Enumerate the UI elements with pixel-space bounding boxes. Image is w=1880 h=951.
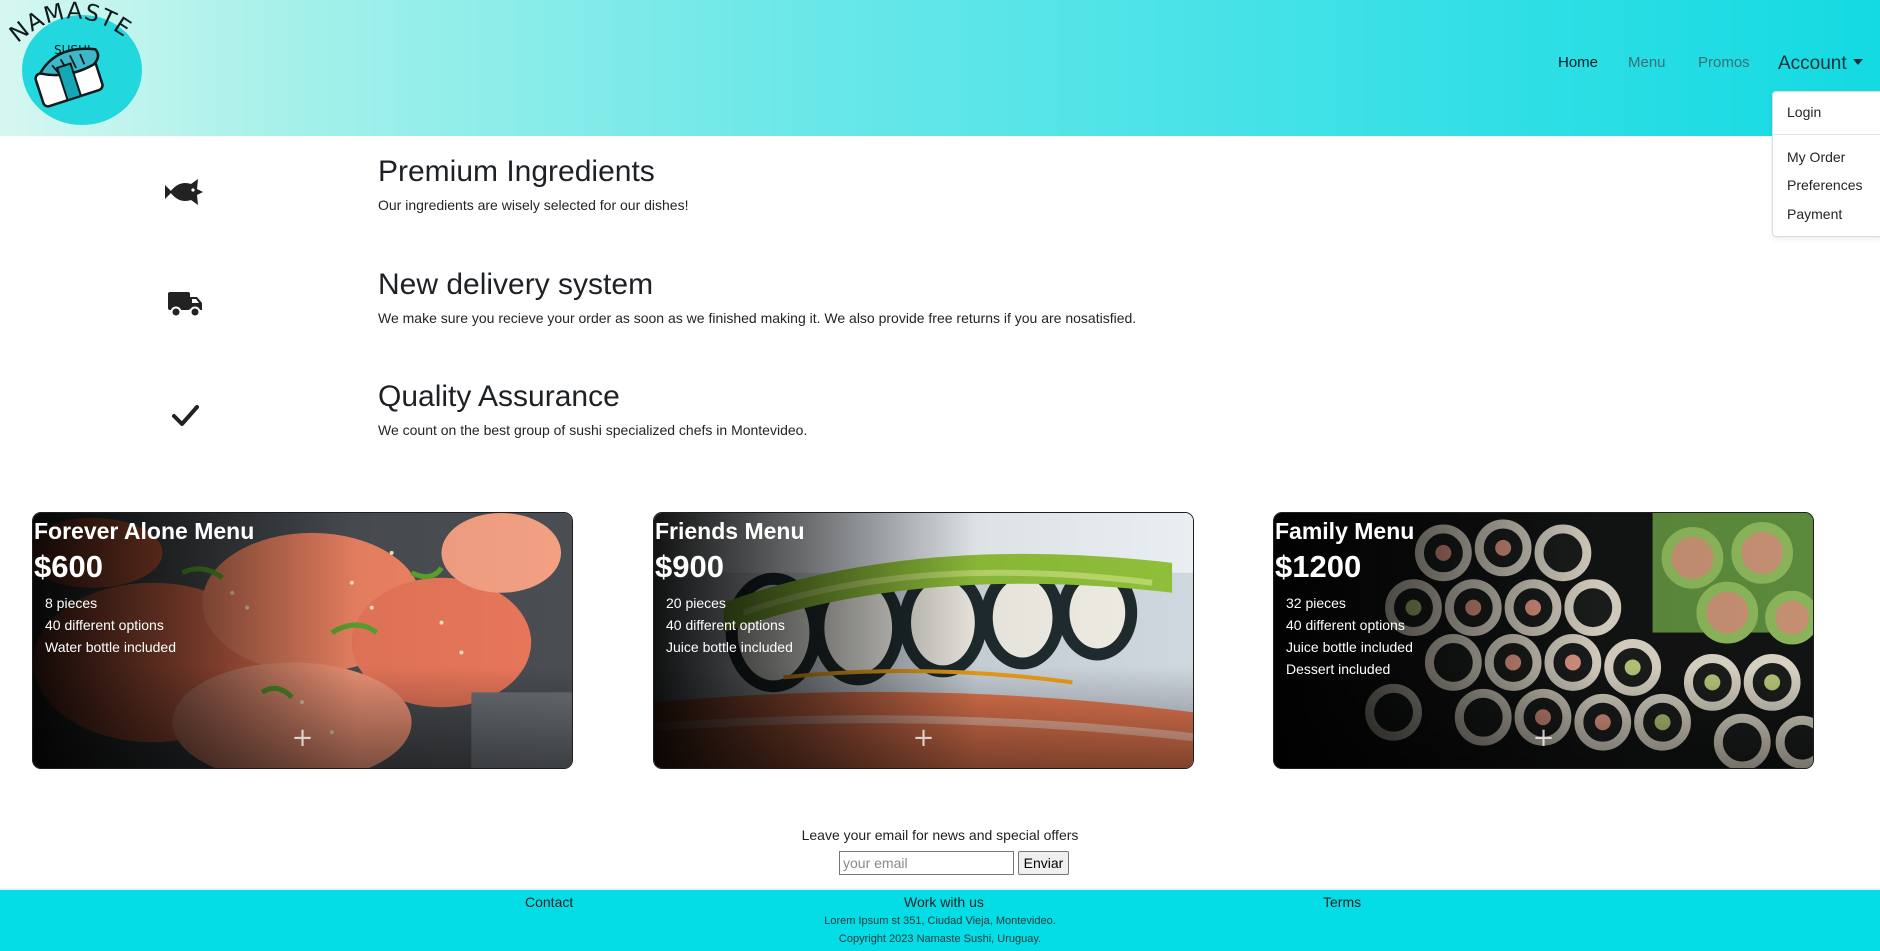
site-footer: Contact Work with us Terms Lorem Ipsum s… bbox=[0, 888, 1880, 951]
list-item: 40 different options bbox=[1286, 617, 1405, 633]
menu-card-forever-alone[interactable]: Forever Alone Menu $600 8 pieces 40 diff… bbox=[32, 512, 573, 769]
add-to-order-plus-icon[interactable]: + bbox=[292, 723, 314, 753]
newsletter-label: Leave your email for news and special of… bbox=[801, 827, 1079, 843]
site-header: NAMASTE SUSHI Home Menu Promos Account bbox=[0, 0, 1880, 136]
dropdown-item-login[interactable]: Login bbox=[1787, 104, 1821, 120]
feature-text: We count on the best group of sushi spec… bbox=[378, 422, 808, 438]
list-item: 20 pieces bbox=[666, 595, 726, 611]
add-to-order-plus-icon[interactable]: + bbox=[1533, 723, 1555, 753]
newsletter-submit-button[interactable]: Enviar bbox=[1018, 851, 1069, 875]
list-item: Juice bottle included bbox=[1286, 639, 1413, 655]
card-price: $900 bbox=[655, 549, 724, 584]
namaste-sushi-logo[interactable]: NAMASTE SUSHI bbox=[2, 0, 147, 135]
menu-card-friends[interactable]: Friends Menu $900 20 pieces 40 different… bbox=[653, 512, 1194, 769]
feature-text: We make sure you recieve your order as s… bbox=[378, 310, 1137, 326]
menu-card-family[interactable]: Family Menu $1200 32 pieces 40 different… bbox=[1273, 512, 1814, 769]
footer-address: Lorem Ipsum st 351, Ciudad Vieja, Montev… bbox=[824, 915, 1056, 927]
card-price: $1200 bbox=[1275, 549, 1362, 584]
card-features-list: 8 pieces 40 different options Water bott… bbox=[45, 592, 176, 658]
checkmark-icon bbox=[172, 405, 199, 426]
nav-account-label: Account bbox=[1778, 53, 1847, 74]
caret-down-icon bbox=[1852, 59, 1863, 65]
footer-terms-link[interactable]: Terms bbox=[1323, 894, 1361, 910]
card-title: Forever Alone Menu bbox=[34, 518, 255, 544]
dropdown-item-preferences[interactable]: Preferences bbox=[1787, 177, 1862, 193]
nav-menu[interactable]: Menu bbox=[1628, 54, 1666, 71]
footer-copyright: Copyright 2023 Namaste Sushi, Uruguay. bbox=[838, 933, 1042, 945]
newsletter-email-input[interactable] bbox=[839, 851, 1014, 875]
add-to-order-plus-icon[interactable]: + bbox=[913, 723, 935, 753]
list-item: Dessert included bbox=[1286, 661, 1391, 677]
nav-promos[interactable]: Promos bbox=[1698, 54, 1750, 71]
list-item: 32 pieces bbox=[1286, 595, 1346, 611]
dropdown-item-payment[interactable]: Payment bbox=[1787, 206, 1842, 222]
feature-title: New delivery system bbox=[378, 268, 654, 301]
feature-title: Quality Assurance bbox=[378, 380, 620, 413]
truck-icon bbox=[168, 292, 202, 318]
nav-account-dropdown[interactable]: Account bbox=[1778, 53, 1863, 75]
account-dropdown-menu: Login My Order Preferences Payment bbox=[1772, 91, 1880, 237]
feature-delivery-system: New delivery system We make sure you rec… bbox=[0, 263, 1880, 333]
feature-quality-assurance: Quality Assurance We count on the best g… bbox=[0, 375, 1880, 445]
fish-icon bbox=[165, 179, 203, 205]
card-features-list: 32 pieces 40 different options Juice bot… bbox=[1286, 592, 1413, 680]
nav-home[interactable]: Home bbox=[1558, 54, 1598, 71]
dropdown-divider bbox=[1773, 134, 1880, 135]
feature-text: Our ingredients are wisely selected for … bbox=[378, 197, 689, 213]
card-title: Friends Menu bbox=[655, 518, 805, 544]
footer-contact-link[interactable]: Contact bbox=[525, 894, 573, 910]
card-price: $600 bbox=[34, 549, 103, 584]
list-item: Juice bottle included bbox=[666, 639, 793, 655]
feature-premium-ingredients: Premium Ingredients Our ingredients are … bbox=[0, 150, 1880, 220]
footer-work-with-us-link[interactable]: Work with us bbox=[904, 894, 984, 910]
dropdown-item-my-order[interactable]: My Order bbox=[1787, 149, 1845, 165]
list-item: 40 different options bbox=[45, 617, 164, 633]
card-title: Family Menu bbox=[1275, 518, 1415, 544]
list-item: 8 pieces bbox=[45, 595, 98, 611]
list-item: Water bottle included bbox=[45, 639, 176, 655]
list-item: 40 different options bbox=[666, 617, 785, 633]
feature-title: Premium Ingredients bbox=[378, 155, 655, 188]
card-features-list: 20 pieces 40 different options Juice bot… bbox=[666, 592, 793, 658]
